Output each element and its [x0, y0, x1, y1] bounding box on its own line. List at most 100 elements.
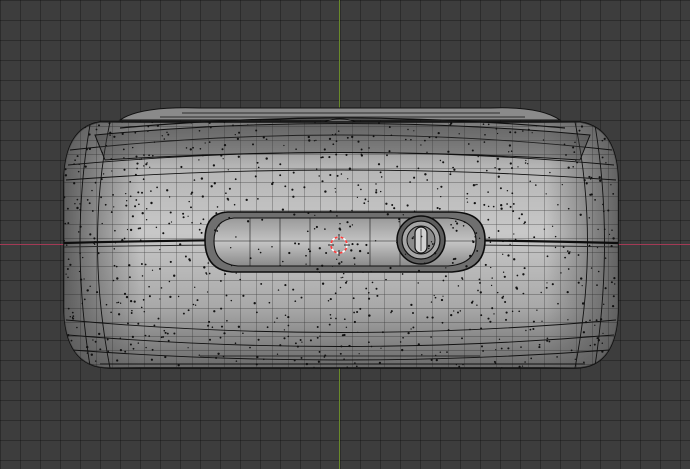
vertex-dot [168, 196, 171, 198]
round-button [396, 215, 446, 265]
vertex-dot [430, 336, 432, 338]
vertex-dot [567, 166, 570, 169]
vertex-dot [356, 196, 359, 199]
vertex-dot [588, 175, 591, 178]
vertex-dot [458, 133, 460, 135]
vertex-dot [546, 255, 549, 258]
vertex-dot [293, 213, 296, 216]
vertex-dot [342, 276, 344, 279]
vertex-dot [117, 313, 121, 316]
vertex-dot [237, 155, 240, 158]
vertex-dot [237, 325, 241, 328]
vertex-dot [91, 189, 93, 192]
vertex-dot [476, 304, 478, 306]
vertex-dot [442, 161, 445, 164]
vertex-dot [79, 208, 82, 211]
vertex-dot [370, 345, 373, 348]
vertex-dot [346, 221, 349, 224]
vertex-dot [287, 316, 290, 319]
vertex-dot [306, 230, 309, 233]
3d-cursor-icon[interactable] [328, 234, 350, 256]
vertex-dot [113, 206, 115, 208]
vertex-dot [208, 272, 211, 275]
vertex-dot [123, 292, 127, 295]
vertex-dot [169, 211, 172, 214]
vertex-dot [123, 157, 125, 159]
vertex-dot [332, 143, 335, 146]
vertex-dot [143, 154, 145, 156]
vertex-dot [124, 350, 127, 353]
vertex-dot [104, 203, 107, 206]
vertex-dot [461, 337, 463, 340]
vertex-dot [611, 304, 615, 308]
vertex-dot [67, 276, 69, 279]
vertex-dot [128, 264, 131, 267]
vertex-dot [540, 291, 542, 294]
3d-viewport[interactable] [0, 0, 690, 469]
vertex-dot [434, 296, 437, 299]
vertex-dot [502, 271, 505, 273]
vertex-dot [273, 321, 276, 323]
vertex-dot [318, 350, 321, 353]
vertex-dot [398, 218, 401, 221]
vertex-dot [514, 131, 517, 134]
vertex-dot [572, 166, 574, 168]
vertex-dot [582, 331, 586, 334]
vertex-dot [316, 326, 319, 328]
vertex-dot [69, 263, 72, 266]
vertex-dot [200, 231, 203, 234]
vertex-dot [596, 337, 599, 340]
vertex-dot [127, 322, 129, 325]
vertex-dot [467, 143, 470, 145]
vertex-dot [119, 337, 122, 339]
vertex-dot [86, 199, 89, 201]
vertex-dot [358, 249, 362, 253]
vertex-dot [459, 310, 462, 312]
vertex-dot [583, 179, 586, 182]
vertex-dot [499, 187, 502, 190]
vertex-dot [501, 239, 505, 243]
vertex-dot [482, 123, 485, 126]
vertex-dot [198, 129, 201, 132]
vertex-dot [375, 287, 378, 290]
vertex-dot [495, 349, 497, 351]
vertex-dot [214, 229, 217, 232]
vertex-dot [271, 246, 273, 248]
vertex-dot [527, 128, 530, 131]
vertex-dot [509, 131, 512, 134]
vertex-dot [325, 251, 328, 255]
vertex-dot [431, 243, 434, 245]
vertex-dot [117, 301, 120, 304]
vertex-dot [593, 343, 596, 346]
vertex-dot [355, 365, 358, 368]
vertex-dot [82, 256, 84, 259]
vertex-dot [446, 351, 448, 353]
vertex-dot [232, 124, 234, 127]
vertex-dot [265, 157, 268, 160]
vertex-dot [613, 277, 616, 280]
vertex-dot [268, 301, 271, 304]
vertex-dot [436, 188, 439, 190]
vertex-dot [476, 160, 479, 163]
vertex-dot [317, 360, 321, 363]
vertex-dot [127, 240, 130, 243]
vertex-dot [410, 328, 412, 330]
vertex-dot [130, 312, 133, 314]
vertex-dot [168, 222, 171, 225]
vertex-dot [508, 151, 510, 153]
vertex-dot [324, 190, 327, 193]
vertex-dot [321, 180, 324, 183]
vertex-dot [129, 195, 132, 198]
vertex-dot [549, 171, 551, 174]
vertex-dot [538, 343, 541, 346]
vertex-dot [604, 287, 607, 290]
vertex-dot [551, 225, 554, 227]
vertex-dot [119, 348, 123, 352]
vertex-dot [469, 254, 472, 258]
vertex-dot [353, 311, 355, 314]
vertex-dot [138, 203, 140, 206]
vertex-dot [158, 240, 161, 243]
vertex-dot [423, 262, 426, 265]
vertex-dot [532, 320, 535, 323]
vertex-dot [567, 207, 570, 210]
